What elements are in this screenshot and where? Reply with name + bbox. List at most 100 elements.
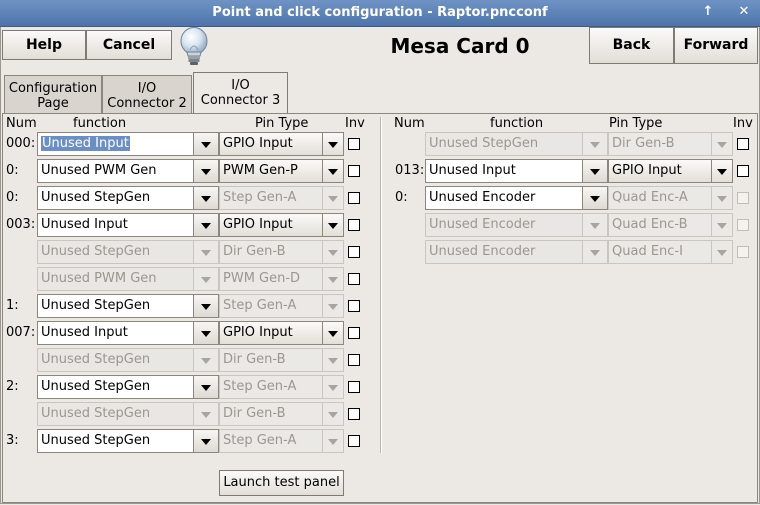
dropdown-arrow-icon[interactable] — [193, 322, 218, 344]
tab-label-line1: Configuration — [8, 81, 98, 96]
invert-checkbox[interactable] — [348, 327, 360, 339]
invert-checkbox[interactable] — [348, 408, 360, 420]
function-combo-value: Unused Encoder — [429, 244, 536, 259]
tab-io-connector-2[interactable]: I/O Connector 2 — [102, 75, 192, 113]
dropdown-arrow-icon — [193, 241, 218, 263]
tab-configuration-page[interactable]: Configuration Page — [4, 75, 102, 113]
pin-type-combo-value: Dir Gen-B — [223, 406, 286, 421]
chevron-down-icon — [590, 196, 600, 202]
function-combo: Unused StepGen — [425, 132, 608, 156]
dropdown-arrow-icon[interactable] — [582, 187, 607, 209]
dropdown-arrow-icon[interactable] — [322, 322, 343, 344]
chevron-down-icon — [201, 439, 211, 445]
function-header-right: function — [490, 116, 544, 131]
pin-type-combo-value: PWM Gen-D — [223, 271, 301, 286]
invert-checkbox[interactable] — [348, 246, 360, 258]
pin-type-combo: Quad Enc-B — [608, 213, 733, 237]
dropdown-arrow-icon[interactable] — [322, 133, 343, 155]
pin-number: 0: — [6, 163, 19, 178]
dropdown-arrow-icon — [322, 403, 343, 425]
function-combo[interactable]: Unused StepGen — [37, 294, 219, 318]
chevron-down-icon — [328, 304, 338, 310]
invert-checkbox — [737, 192, 749, 204]
function-combo[interactable]: Unused StepGen — [37, 186, 219, 210]
chevron-down-icon — [201, 331, 211, 337]
invert-checkbox[interactable] — [348, 435, 360, 447]
dropdown-arrow-icon[interactable] — [322, 160, 343, 182]
help-button[interactable]: Help — [2, 30, 86, 60]
function-combo[interactable]: Unused StepGen — [37, 375, 219, 399]
function-combo[interactable]: Unused Input — [37, 321, 219, 345]
dropdown-arrow-icon[interactable] — [193, 376, 218, 398]
tab-label-line1: I/O — [137, 81, 157, 96]
dropdown-arrow-icon[interactable] — [193, 430, 218, 452]
pin-type-combo: PWM Gen-D — [219, 267, 344, 291]
dropdown-arrow-icon[interactable] — [193, 214, 218, 236]
dropdown-arrow-icon[interactable] — [582, 160, 607, 182]
pin-type-combo: Dir Gen-B — [219, 402, 344, 426]
cancel-button[interactable]: Cancel — [86, 30, 172, 60]
function-combo[interactable]: Unused PWM Gen — [37, 159, 219, 183]
function-combo[interactable]: Unused StepGen — [37, 429, 219, 453]
pin-type-combo-value: Step Gen-A — [223, 190, 297, 205]
chevron-down-icon — [201, 196, 211, 202]
dropdown-arrow-icon — [322, 268, 343, 290]
function-combo[interactable]: Unused Encoder — [425, 186, 608, 210]
back-button[interactable]: Back — [589, 27, 674, 64]
lightbulb-icon — [180, 27, 208, 65]
invert-checkbox[interactable] — [737, 165, 749, 177]
tab-io-connector-3[interactable]: I/O Connector 3 — [193, 72, 288, 114]
function-combo-value: Unused Encoder — [429, 217, 536, 232]
pin-type-combo: Quad Enc-I — [608, 240, 733, 264]
dropdown-arrow-icon[interactable] — [193, 187, 218, 209]
dropdown-arrow-icon — [193, 268, 218, 290]
launch-test-panel-button[interactable]: Launch test panel — [219, 470, 344, 496]
pin-type-combo-value: Dir Gen-B — [223, 244, 286, 259]
chevron-down-icon — [328, 277, 338, 283]
dropdown-arrow-icon — [322, 295, 343, 317]
invert-checkbox[interactable] — [348, 300, 360, 312]
chevron-down-icon — [328, 169, 338, 175]
function-combo: Unused StepGen — [37, 402, 219, 426]
function-combo-value: Unused PWM Gen — [41, 163, 157, 178]
close-icon[interactable]: ✕ — [736, 4, 752, 20]
pin-number: 007: — [6, 325, 36, 340]
pin-type-combo-value: Quad Enc-B — [612, 217, 688, 232]
function-combo[interactable]: Unused Input — [37, 213, 219, 237]
function-combo[interactable]: Unused Input — [425, 159, 608, 183]
pin-type-combo[interactable]: PWM Gen-P — [219, 159, 344, 183]
dropdown-arrow-icon — [193, 349, 218, 371]
dropdown-arrow-icon — [322, 349, 343, 371]
tab-label-line2: Connector 2 — [107, 96, 187, 111]
dropdown-arrow-icon — [582, 241, 607, 263]
pin-type-combo[interactable]: GPIO Input — [608, 159, 733, 183]
pin-type-combo[interactable]: GPIO Input — [219, 321, 344, 345]
dropdown-arrow-icon[interactable] — [193, 295, 218, 317]
dropdown-arrow-icon[interactable] — [193, 160, 218, 182]
invert-checkbox[interactable] — [348, 273, 360, 285]
forward-button[interactable]: Forward — [674, 27, 758, 64]
invert-checkbox[interactable] — [737, 138, 749, 150]
pin-type-combo[interactable]: GPIO Input — [219, 213, 344, 237]
pin-type-combo-value: GPIO Input — [223, 136, 293, 151]
chevron-down-icon — [201, 142, 211, 148]
function-combo: Unused Encoder — [425, 240, 608, 264]
pin-type-combo[interactable]: GPIO Input — [219, 132, 344, 156]
invert-checkbox[interactable] — [348, 138, 360, 150]
pin-number: 003: — [6, 217, 36, 232]
invert-checkbox[interactable] — [348, 165, 360, 177]
invert-checkbox[interactable] — [348, 219, 360, 231]
dropdown-arrow-icon[interactable] — [711, 160, 732, 182]
invert-checkbox[interactable] — [348, 192, 360, 204]
dropdown-arrow-icon[interactable] — [193, 133, 218, 155]
pin-number: 0: — [395, 190, 408, 205]
invert-checkbox[interactable] — [348, 381, 360, 393]
dropdown-arrow-icon[interactable] — [322, 214, 343, 236]
invert-checkbox[interactable] — [348, 354, 360, 366]
function-combo[interactable]: Unused Input — [37, 132, 219, 156]
function-combo-value: Unused PWM Gen — [41, 271, 157, 286]
chevron-down-icon — [201, 304, 211, 310]
chevron-down-icon — [590, 142, 600, 148]
pin-number: 3: — [6, 433, 19, 448]
keep-above-icon[interactable]: ↑ — [700, 4, 716, 20]
